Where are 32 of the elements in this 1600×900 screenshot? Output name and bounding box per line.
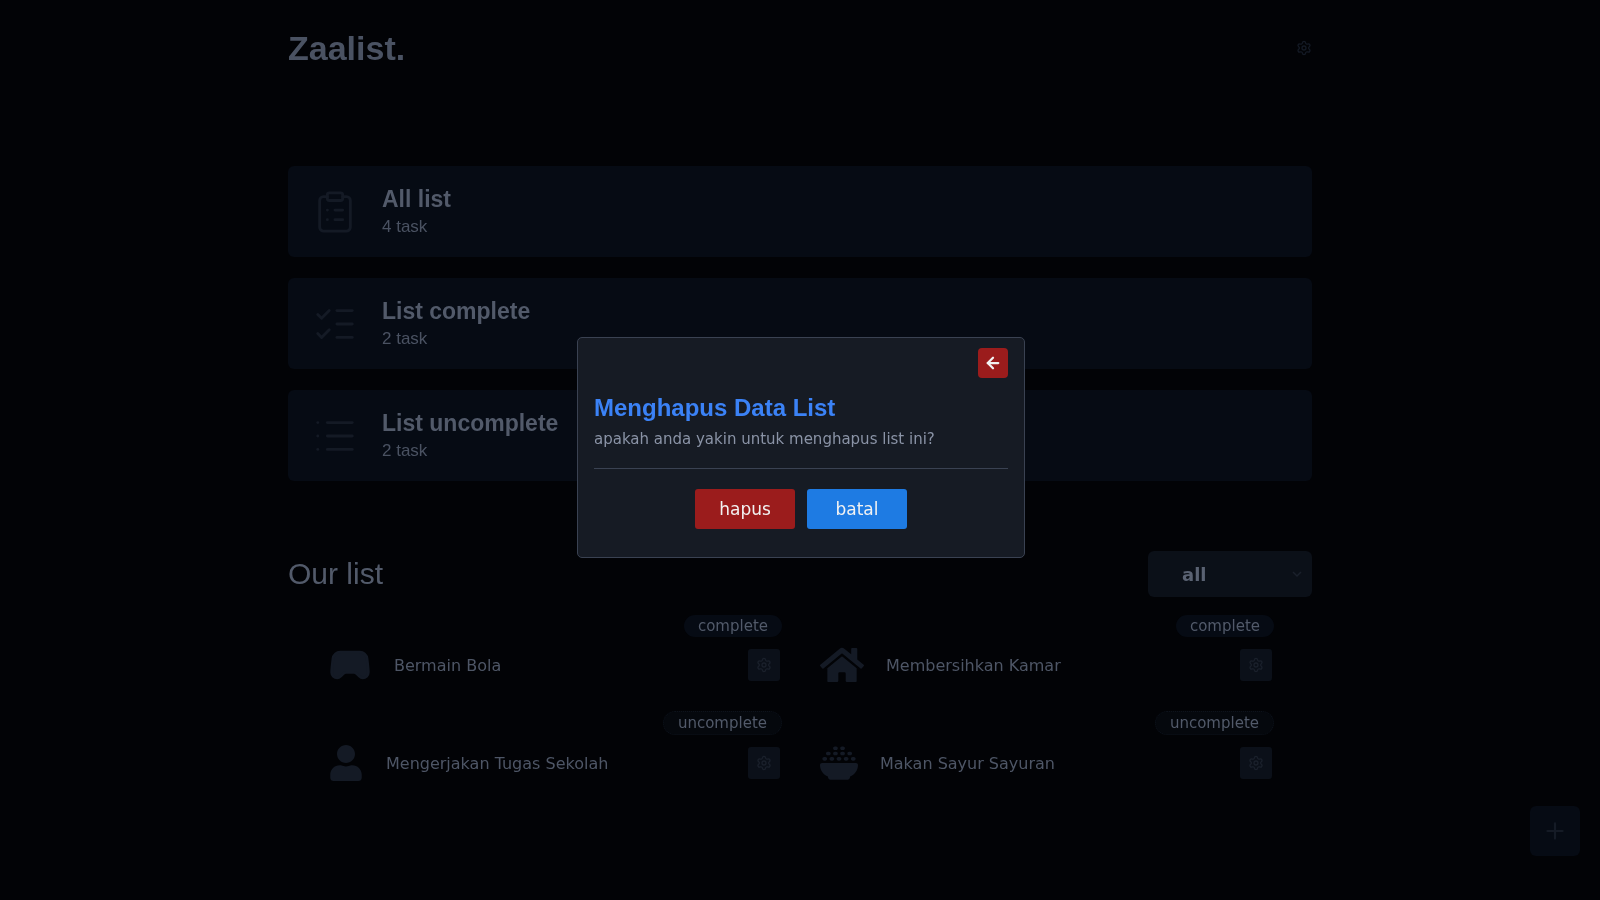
filter-select[interactable]: all: [1148, 551, 1312, 597]
card-title: List complete: [382, 298, 531, 325]
status-badge: uncomplete: [1154, 711, 1274, 735]
summary-card[interactable]: All list 4 task: [288, 166, 1312, 257]
card-title: All list: [382, 186, 451, 213]
task-name: Mengerjakan Tugas Sekolah: [386, 753, 610, 773]
task-count: 4 task: [382, 217, 429, 237]
bowl-icon: [820, 744, 858, 782]
task-name: Membersihkan Kamar: [886, 655, 1062, 675]
task-count: 2 task: [382, 441, 429, 461]
dialog-button[interactable]: batal: [807, 489, 907, 529]
person-icon: [328, 745, 364, 781]
task-name: Makan Sayur Sayuran: [880, 753, 1056, 773]
add-button[interactable]: [1530, 806, 1580, 856]
task-count: 2 task: [382, 329, 429, 349]
status-badge: complete: [1175, 615, 1274, 637]
settings-button[interactable]: [1240, 747, 1272, 779]
dialog-message: apakah anda yakin untuk menghapus list ini?: [594, 430, 936, 448]
settings-button[interactable]: [748, 747, 780, 779]
theme-toggle-button[interactable]: [1296, 40, 1312, 56]
dialog-title: Menghapus Data List: [594, 394, 837, 422]
settings-button[interactable]: [748, 649, 780, 681]
app-logo: Zaalist.: [288, 28, 406, 68]
card-title: List uncomplete: [382, 410, 559, 437]
settings-button[interactable]: [1240, 649, 1272, 681]
back-button[interactable]: [978, 348, 1008, 378]
gear-icon: [1296, 40, 1312, 56]
section-title: Our list: [288, 557, 383, 591]
status-badge: complete: [683, 615, 782, 637]
status-badge: uncomplete: [662, 711, 782, 735]
task-name: Bermain Bola: [394, 655, 503, 675]
dialog-button[interactable]: hapus: [695, 489, 795, 529]
